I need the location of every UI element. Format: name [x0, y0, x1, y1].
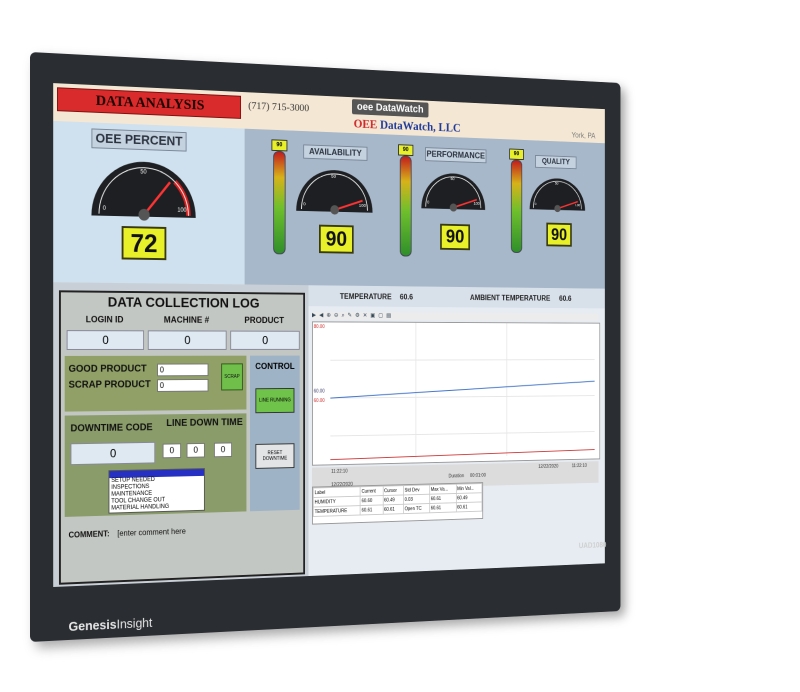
availability-tick-100: 100	[359, 203, 366, 209]
model-label: UAD1080	[578, 540, 607, 551]
good-product-field[interactable]: 0	[157, 363, 209, 377]
availability-label: AVAILABILITY	[303, 144, 368, 161]
table-cell: Open TC	[403, 503, 430, 514]
temperature-bar: TEMPERATURE 60.6 AMBIENT TEMPERATURE 60.…	[308, 285, 605, 309]
brand-name-a: Genesis	[68, 616, 117, 635]
table-cell: 60.61	[455, 501, 482, 512]
quality-thermometer-icon	[510, 159, 523, 254]
performance-thermometer-icon	[399, 155, 412, 257]
trend-panel: TEMPERATURE 60.6 AMBIENT TEMPERATURE 60.…	[308, 285, 605, 577]
line-running-button[interactable]: LINE RUNNING	[255, 387, 295, 414]
data-collection-log: DATA COLLECTION LOG LOGIN ID MACHINE # P…	[58, 290, 305, 585]
brand-name-b: Insight	[116, 615, 153, 632]
end-time[interactable]: 11:22:10	[572, 463, 587, 469]
monitor: DATA ANALYSIS (717) 715-3000 oee DataWat…	[0, 0, 800, 692]
page-title: DATA ANALYSIS	[57, 87, 242, 119]
scrap-button[interactable]: SCRAP	[221, 363, 243, 391]
machine-label: MACHINE #	[163, 314, 210, 325]
login-id-label: LOGIN ID	[85, 314, 124, 325]
comment-label: COMMENT:	[68, 529, 110, 540]
performance-tick-50: 50	[451, 176, 456, 181]
oee-value: 72	[121, 226, 167, 261]
company-logo: oee DataWatch	[351, 99, 429, 118]
list-item[interactable]: MATERIAL HANDLING	[109, 503, 204, 513]
location-text: York, PA	[571, 131, 596, 141]
reset-downtime-button[interactable]: RESET DOWNTIME	[255, 443, 295, 469]
scrap-product-field[interactable]: 0	[157, 378, 209, 392]
product-label: PRODUCT	[244, 315, 285, 326]
oee-percent-label: OEE PERCENT	[91, 128, 187, 152]
chart-toolbar[interactable]: ▶ ◀ ⊕ ⊖ ⌕ ✎ ⚙ ✕ ▣ ▢ ▤	[311, 311, 599, 321]
quality-thermo-value: 90	[509, 148, 524, 161]
control-label: CONTROL	[255, 361, 295, 371]
line-down-seconds-field[interactable]: 0	[213, 442, 233, 458]
performance-label: PERFORMANCE	[425, 147, 487, 164]
ambient-temperature-value: 60.6	[559, 294, 572, 303]
downtime-reason-list[interactable]: SETUP NEEDED INSPECTIONS MAINTENANCE TOO…	[108, 468, 205, 514]
downtime-code-label: DOWNTIME CODE	[70, 422, 153, 435]
machine-field[interactable]: 0	[147, 330, 227, 350]
performance-value: 90	[440, 223, 470, 251]
oee-tick-50: 50	[140, 170, 147, 176]
line-down-time-label: LINE DOWN TIME	[166, 417, 243, 429]
table-cell: 60.61	[429, 502, 456, 513]
quality-label: QUALITY	[535, 154, 577, 170]
downtime-section: DOWNTIME CODE LINE DOWN TIME 0 0 0 0 SET…	[64, 413, 247, 517]
comment-row: COMMENT: [enter comment here	[69, 527, 186, 540]
comment-field[interactable]: [enter comment here	[117, 527, 186, 538]
trend-chart[interactable]: 80.00 60.00 60.00	[311, 321, 601, 466]
good-product-label: GOOD PRODUCT	[68, 363, 147, 375]
end-date[interactable]: 12/22/2020	[538, 464, 558, 470]
table-cell: 60.61	[382, 504, 404, 515]
downtime-code-field[interactable]: 0	[70, 441, 156, 466]
availability-thermometer-icon	[273, 150, 286, 255]
performance-tick-100: 100	[474, 201, 480, 206]
ambient-temperature-label: AMBIENT TEMPERATURE	[469, 293, 551, 303]
trend-lines	[313, 322, 599, 464]
temperature-label: TEMPERATURE	[339, 292, 392, 302]
availability-value: 90	[318, 224, 354, 254]
availability-tick-50: 50	[331, 174, 336, 180]
line-down-minutes-field[interactable]: 0	[186, 442, 205, 458]
temperature-series	[330, 450, 594, 460]
performance-thermo-value: 90	[398, 144, 414, 156]
phone-number: (717) 715-3000	[248, 99, 310, 115]
company-name-red: OEE	[353, 116, 378, 132]
availability-thermo-value: 90	[271, 139, 288, 152]
duration-value[interactable]: 00:01:00	[470, 473, 486, 479]
production-counts: GOOD PRODUCT 0 SCRAP PRODUCT 0 SCRAP	[64, 355, 247, 412]
login-id-field[interactable]: 0	[66, 330, 145, 350]
temperature-value: 60.6	[399, 292, 413, 302]
screen: DATA ANALYSIS (717) 715-3000 oee DataWat…	[53, 83, 605, 588]
company-name: OEE DataWatch, LLC	[354, 116, 461, 135]
oee-gauge-icon: 0 50 100	[88, 150, 200, 224]
duration-label: Duration	[448, 473, 465, 480]
start-time[interactable]: 11:22:10	[331, 469, 348, 475]
table-cell: TEMPERATURE	[313, 505, 361, 517]
product-field[interactable]: 0	[230, 330, 300, 350]
control-panel: CONTROL LINE RUNNING RESET DOWNTIME	[250, 355, 300, 512]
quality-value: 90	[546, 222, 572, 247]
brand-logo: GenesisInsight	[69, 615, 153, 634]
monitor-bezel: DATA ANALYSIS (717) 715-3000 oee DataWat…	[30, 52, 621, 642]
data-collection-log-title: DATA COLLECTION LOG	[107, 293, 260, 311]
quality-tick-100: 100	[575, 203, 581, 208]
company-name-blue: DataWatch, LLC	[380, 117, 461, 135]
availability-tick-0: 0	[303, 201, 306, 207]
performance-gauge-icon: 0 50 100	[421, 172, 486, 212]
oee-percent-panel: OEE PERCENT 0 50 100 72	[53, 120, 245, 285]
line-down-hours-field[interactable]: 0	[162, 443, 182, 459]
table-cell: 60.61	[360, 504, 383, 516]
quality-gauge-icon: 0 50 100	[529, 177, 586, 213]
oee-tick-100: 100	[177, 208, 187, 214]
availability-gauge-icon: 0 50 100	[296, 168, 373, 215]
scrap-product-label: SCRAP PRODUCT	[68, 379, 151, 391]
metrics-gauges: 90 AVAILABILITY 0 50 100 90 90 PERFORMAN…	[244, 128, 605, 289]
trend-legend-table: Label Current Cursor Std Dev Max Va... M…	[311, 482, 484, 525]
